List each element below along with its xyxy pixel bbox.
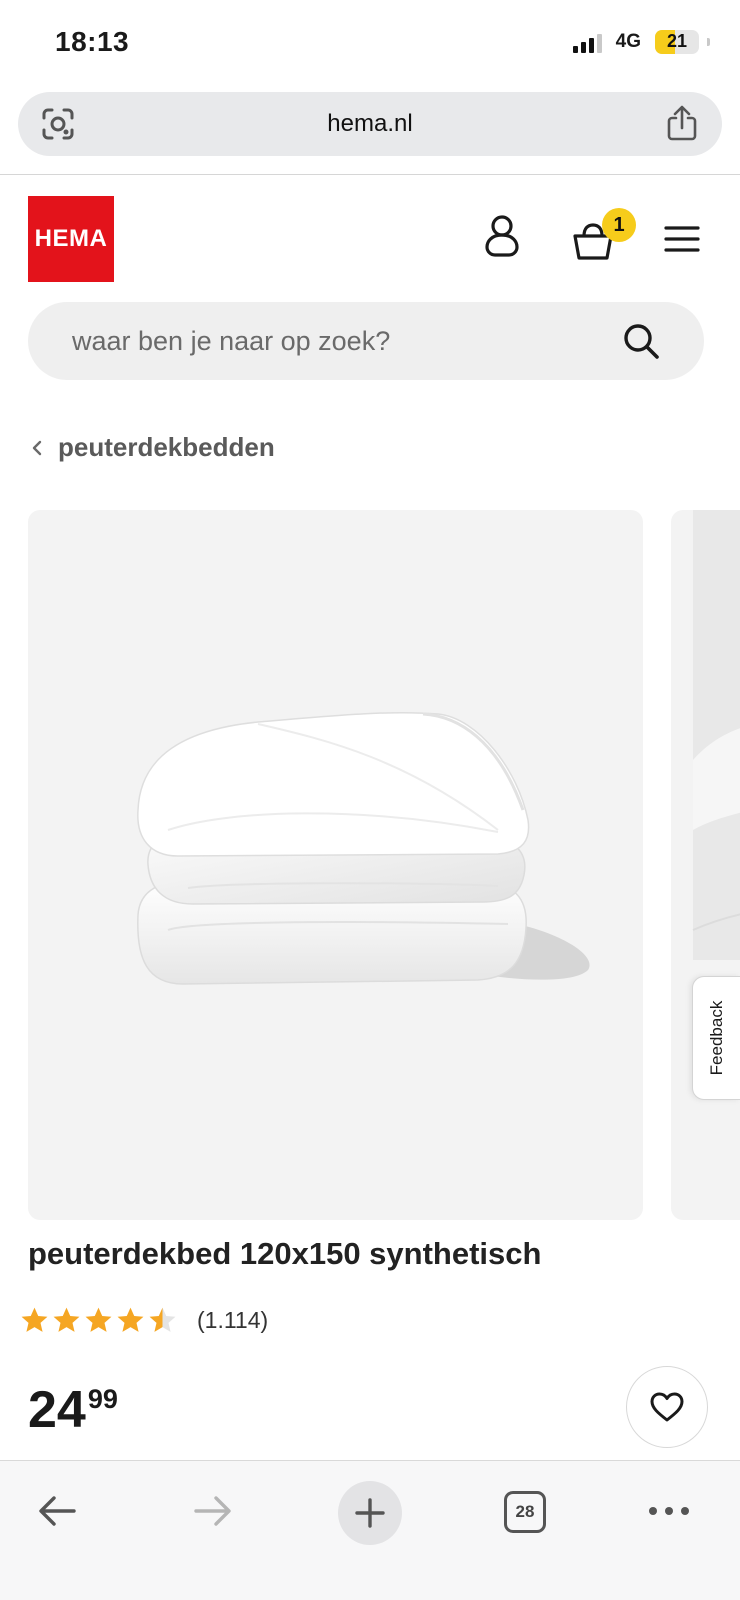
feedback-tab[interactable]: Feedback [692, 976, 740, 1100]
chevron-left-icon [32, 440, 42, 455]
search-input[interactable] [72, 302, 592, 380]
price-decimals: 99 [87, 1384, 118, 1414]
star-icon [21, 1307, 48, 1332]
price-integer: 24 [28, 1381, 86, 1439]
star-icon [53, 1307, 80, 1332]
battery-nub [707, 38, 710, 46]
product-title: peuterdekbed 120x150 synthetisch [28, 1236, 542, 1271]
product-rating[interactable]: (1.114) [20, 1306, 268, 1334]
signal-icon [572, 31, 602, 53]
duvet-illustration [137, 711, 590, 985]
star-shape [85, 1307, 112, 1332]
wishlist-button[interactable] [626, 1366, 708, 1448]
status-indicators: 4G 21 [572, 30, 710, 54]
star-shape [117, 1307, 144, 1332]
forward-arrow-icon[interactable] [192, 1491, 234, 1531]
url-bar[interactable]: hema.nl [18, 92, 722, 156]
cart-count-badge: 1 [602, 208, 636, 242]
search-icon[interactable] [622, 322, 660, 360]
breadcrumb[interactable]: peuterdekbedden [30, 432, 275, 463]
toolbar-divider [0, 174, 740, 175]
star-icon [149, 1307, 176, 1332]
star-icon [117, 1307, 144, 1332]
back-arrow-icon[interactable] [36, 1491, 78, 1531]
browser-bottom-bar: 28 [0, 1460, 740, 1600]
account-icon[interactable] [482, 214, 522, 258]
product-price: 24 99 [28, 1384, 118, 1436]
star-shape [21, 1307, 48, 1332]
more-dots-icon[interactable] [648, 1503, 690, 1519]
star-icon [85, 1307, 112, 1332]
new-tab-button[interactable] [338, 1481, 402, 1545]
next-product-image[interactable] [671, 510, 740, 1220]
hamburger-menu-icon[interactable] [664, 224, 700, 254]
hema-logo[interactable]: HEMA [28, 196, 114, 282]
feedback-label: Feedback [706, 1000, 726, 1076]
star-shape [53, 1307, 80, 1332]
tabs-button[interactable]: 28 [504, 1491, 546, 1533]
product-image[interactable] [28, 510, 643, 1220]
breadcrumb-label[interactable]: peuterdekbedden [58, 432, 275, 463]
logo-text: HEMA [34, 225, 108, 252]
plus-icon [355, 1498, 385, 1528]
search-bar[interactable] [28, 302, 704, 380]
cart-button[interactable]: 1 [572, 208, 642, 268]
network-label: 4G [615, 31, 641, 52]
battery-icon: 21 [655, 30, 699, 54]
product-image-carousel[interactable] [28, 510, 740, 1220]
battery-level: 21 [666, 31, 688, 51]
share-icon[interactable] [664, 104, 700, 142]
status-time: 18:13 [55, 26, 130, 57]
rating-count[interactable]: (1.114) [197, 1307, 268, 1334]
url-text[interactable]: hema.nl [18, 110, 722, 138]
rating-stars [20, 1306, 177, 1334]
star-shape [149, 1307, 176, 1332]
next-image-preview [692, 510, 740, 960]
status-bar: 18:13 4G 21 [0, 0, 740, 88]
heart-icon [650, 1392, 684, 1422]
